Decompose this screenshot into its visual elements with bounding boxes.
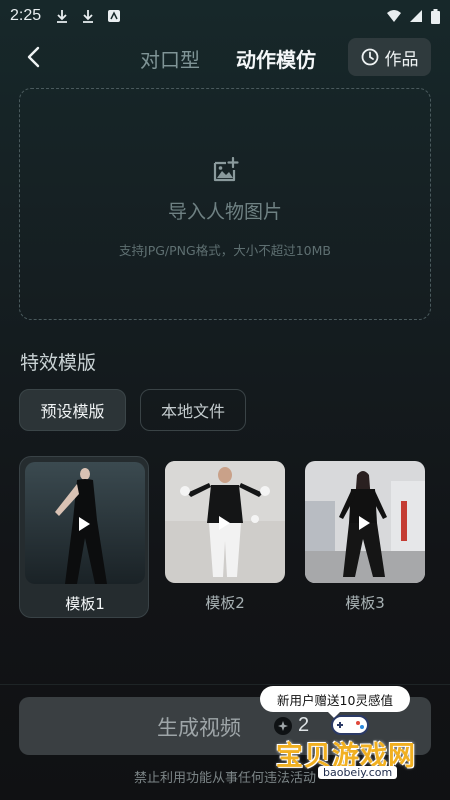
- tab-lip-sync[interactable]: 对口型: [140, 44, 200, 73]
- bottom-divider: [0, 684, 450, 685]
- app-notification-icon: [108, 10, 121, 22]
- template-label: 模板3: [345, 594, 385, 612]
- tab-preset-templates[interactable]: 预设模版: [19, 389, 126, 431]
- chevron-left-icon: [27, 46, 40, 68]
- template-thumbnail: [25, 462, 145, 584]
- generate-label: 生成视频: [157, 716, 241, 740]
- download-icon: [57, 10, 68, 23]
- tab-motion-imitation[interactable]: 动作模仿: [236, 44, 316, 73]
- template-label: 模板2: [205, 594, 245, 612]
- template-thumbnail: [305, 461, 425, 583]
- upload-title: 导入人物图片: [167, 201, 282, 223]
- clock-icon: [361, 48, 378, 66]
- top-bar: 对口型 动作模仿 作品: [0, 36, 450, 80]
- template-card-3[interactable]: 模板3: [300, 456, 430, 618]
- back-button[interactable]: [18, 42, 48, 72]
- legal-notice: 禁止利用功能从事任何违法活动: [133, 771, 316, 786]
- play-icon: [219, 516, 230, 530]
- play-icon: [359, 516, 370, 530]
- download-icon: [83, 10, 94, 23]
- works-button[interactable]: 作品: [348, 38, 431, 76]
- template-card-1[interactable]: 模板1: [19, 456, 149, 618]
- status-bar: 2:25: [0, 0, 450, 32]
- tab-local-files[interactable]: 本地文件: [140, 389, 246, 431]
- play-icon: [79, 517, 90, 531]
- wifi-icon: [387, 10, 401, 22]
- battery-icon: [431, 8, 440, 24]
- template-label: 模板1: [65, 595, 105, 613]
- add-image-icon: [213, 157, 239, 182]
- signal-icon: [410, 10, 422, 22]
- status-time: 2:25: [10, 7, 42, 24]
- image-upload-area[interactable]: 导入人物图片 支持JPG/PNG格式，大小不超过10MB: [19, 88, 431, 320]
- inspiration-coin-icon: [274, 716, 292, 735]
- template-card-2[interactable]: 模板2: [160, 456, 290, 618]
- section-title-effects: 特效模版: [20, 352, 97, 374]
- cost-value: 2: [298, 714, 310, 736]
- upload-hint: 支持JPG/PNG格式，大小不超过10MB: [119, 243, 331, 258]
- works-label: 作品: [384, 49, 419, 70]
- cost-indicator: 2: [274, 714, 309, 737]
- template-thumbnail: [165, 461, 285, 583]
- new-user-promo-tooltip: 新用户赠送10灵感值: [260, 686, 410, 718]
